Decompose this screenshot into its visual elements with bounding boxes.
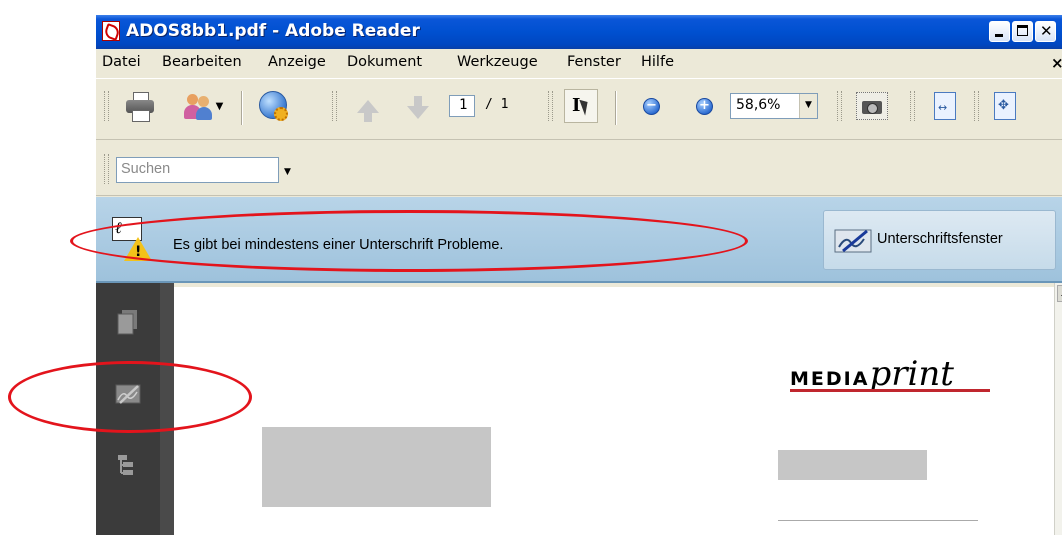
print-button[interactable] [120,89,160,123]
fit-page-icon[interactable] [994,92,1016,120]
bookmarks-icon[interactable] [115,453,141,479]
logo-underline [790,389,990,392]
redacted-block [262,427,491,507]
main-toolbar: ▼ 1 / 1 I − + 58,6% ▼ [96,78,1062,140]
menu-werkzeuge[interactable]: Werkzeuge [457,54,538,70]
zoom-level-select[interactable]: 58,6% ▼ [730,93,818,119]
toolbar-separator [615,91,617,125]
page-total-label: / 1 [485,97,509,112]
chevron-down-icon: ▼ [215,100,224,112]
menu-hilfe[interactable]: Hilfe [641,54,674,70]
page-number-input[interactable]: 1 [449,95,475,117]
menu-fenster[interactable]: Fenster [567,54,621,70]
title-bar[interactable]: ADOS8bb1.pdf - Adobe Reader [96,15,1062,49]
signature-message-bar: ℓ ! Es gibt bei mindestens einer Untersc… [96,197,1062,283]
document-close-icon[interactable]: × [1051,54,1062,72]
zoom-level-value: 58,6% [736,97,781,113]
toolbar-grip[interactable] [548,91,553,121]
pages-icon[interactable] [115,309,141,335]
print-icon [125,92,155,122]
search-input[interactable]: Suchen [116,157,279,183]
adobe-reader-window: ADOS8bb1.pdf - Adobe Reader Datei Bearbe… [96,15,1062,535]
search-toolbar: Suchen ▼ [96,140,1062,196]
toolbar-grip[interactable] [104,154,109,184]
next-page-button[interactable] [401,89,435,123]
select-tool-button[interactable]: I [564,89,598,123]
window-title: ADOS8bb1.pdf - Adobe Reader [126,21,420,41]
menu-dokument[interactable]: Dokument [347,54,422,70]
document-rule [778,520,978,521]
toolbar-grip[interactable] [837,91,842,121]
signatures-panel-icon[interactable] [115,381,141,407]
chevron-down-icon[interactable]: ▼ [799,94,817,118]
arrow-cursor-icon [579,97,592,116]
snapshot-icon[interactable] [856,92,888,120]
previous-page-icon [357,99,379,122]
zoom-in-icon[interactable]: + [696,98,713,115]
vertical-scrollbar[interactable] [1054,283,1062,535]
scroll-up-icon[interactable] [1057,285,1062,302]
menu-anzeige[interactable]: Anzeige [268,54,326,70]
toolbar-separator [241,91,243,125]
menu-datei[interactable]: Datei [102,54,141,70]
chevron-down-icon[interactable]: ▼ [284,167,291,177]
collaborate-icon [183,91,213,121]
pdf-app-icon [102,21,120,41]
menu-bearbeiten[interactable]: Bearbeiten [162,54,242,70]
previous-page-button[interactable] [351,89,385,123]
text-cursor-icon: I [572,95,581,116]
navigation-panel [96,283,160,535]
zoom-out-icon[interactable]: − [643,98,660,115]
signature-pen-icon [834,229,872,253]
signature-window-label: Unterschriftsfenster [877,231,1003,247]
fit-width-icon[interactable] [934,92,956,120]
minimize-icon[interactable] [989,21,1010,42]
toolbar-grip[interactable] [332,91,337,121]
menu-bar: Datei Bearbeiten Anzeige Dokument Werkze… [96,51,1062,77]
document-canvas [160,283,174,535]
toolbar-grip[interactable] [910,91,915,121]
signature-window-button[interactable]: Unterschriftsfenster [823,210,1056,270]
redacted-block [778,450,927,480]
close-icon[interactable] [1035,21,1056,42]
mediaprint-logo: MEDIAprint [790,354,954,394]
signature-message: Es gibt bei mindestens einer Unterschrif… [173,237,504,253]
toolbar-grip[interactable] [104,91,109,121]
collaborate-button[interactable]: ▼ [178,89,228,123]
next-page-icon [407,96,429,119]
secure-icon [258,90,290,122]
signature-warning-icon: ℓ ! [112,215,152,263]
toolbar-grip[interactable] [974,91,979,121]
secure-button[interactable] [254,89,294,123]
maximize-icon[interactable] [1012,21,1033,42]
